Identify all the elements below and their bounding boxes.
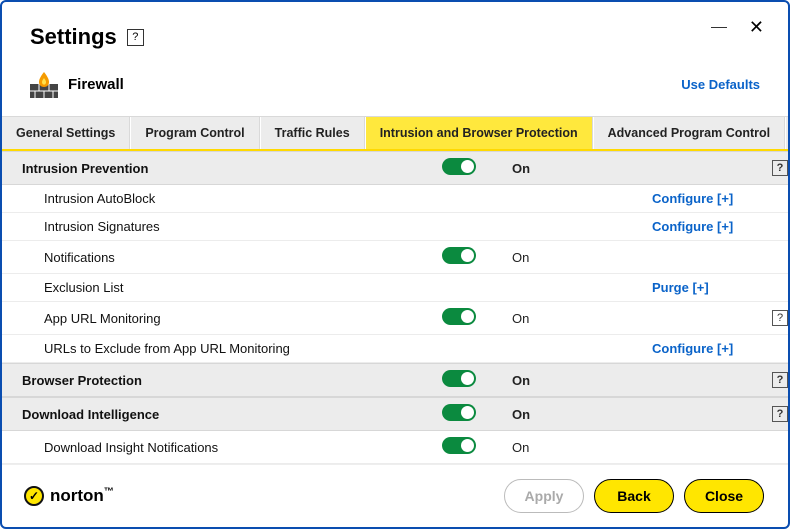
- configure-intrusion-signatures-link[interactable]: Configure [+]: [652, 219, 772, 234]
- row-download-intelligence: Download Intelligence On ?: [2, 397, 788, 431]
- back-button[interactable]: Back: [594, 479, 674, 513]
- label-intrusion-prevention: Intrusion Prevention: [22, 161, 442, 176]
- status-browser-protection: On: [512, 373, 652, 388]
- row-download-insight-notifications: Download Insight Notifications On: [2, 431, 788, 464]
- footer: ✓ norton™ Apply Back Close: [2, 464, 788, 527]
- row-browser-protection: Browser Protection On ?: [2, 363, 788, 397]
- label-app-url-monitoring: App URL Monitoring: [22, 311, 442, 326]
- use-defaults-link[interactable]: Use Defaults: [681, 77, 760, 92]
- titlebar: Settings ? ✕: [2, 2, 788, 60]
- status-download-intelligence: On: [512, 407, 652, 422]
- norton-brand: norton: [50, 486, 104, 505]
- row-exclusion-list: Exclusion List Purge [+]: [2, 274, 788, 302]
- row-notifications: Notifications On: [2, 241, 788, 274]
- tabs: General Settings Program Control Traffic…: [2, 116, 788, 151]
- section-header: Firewall Use Defaults: [2, 60, 788, 116]
- norton-check-icon: ✓: [24, 486, 44, 506]
- toggle-notifications[interactable]: [442, 247, 512, 267]
- row-intrusion-prevention: Intrusion Prevention On ?: [2, 151, 788, 185]
- close-icon[interactable]: ✕: [749, 18, 764, 36]
- status-download-insight-notif: On: [512, 440, 652, 455]
- page-title-wrap: Settings ?: [30, 24, 711, 50]
- row-app-url-monitoring: App URL Monitoring On ?: [2, 302, 788, 335]
- help-intrusion-prevention-icon[interactable]: ?: [772, 160, 788, 176]
- label-exclusion-list: Exclusion List: [22, 280, 442, 295]
- label-notifications: Notifications: [22, 250, 442, 265]
- tab-traffic-rules[interactable]: Traffic Rules: [260, 117, 365, 149]
- toggle-download-insight-notif[interactable]: [442, 437, 512, 457]
- settings-window: Settings ? ✕ Firewall Use Defaults: [0, 0, 790, 529]
- tab-general-settings[interactable]: General Settings: [2, 117, 130, 149]
- configure-intrusion-autoblock-link[interactable]: Configure [+]: [652, 191, 772, 206]
- tabs-spacer: [785, 117, 788, 149]
- trademark-icon: ™: [104, 486, 114, 497]
- status-notifications: On: [512, 250, 652, 265]
- row-intrusion-signatures: Intrusion Signatures Configure [+]: [2, 213, 788, 241]
- label-download-insight-notif: Download Insight Notifications: [22, 440, 442, 455]
- help-icon[interactable]: ?: [127, 29, 144, 46]
- tab-program-control[interactable]: Program Control: [130, 117, 259, 149]
- help-browser-protection-icon[interactable]: ?: [772, 372, 788, 388]
- toggle-intrusion-prevention[interactable]: [442, 158, 512, 178]
- label-intrusion-signatures: Intrusion Signatures: [22, 219, 442, 234]
- label-browser-protection: Browser Protection: [22, 373, 442, 388]
- settings-rows: Intrusion Prevention On ? Intrusion Auto…: [2, 151, 788, 464]
- toggle-browser-protection[interactable]: [442, 370, 512, 390]
- configure-urls-to-exclude-link[interactable]: Configure [+]: [652, 341, 772, 356]
- window-controls: ✕: [711, 18, 764, 36]
- label-intrusion-autoblock: Intrusion AutoBlock: [22, 191, 442, 206]
- label-download-intelligence: Download Intelligence: [22, 407, 442, 422]
- row-intrusion-autoblock: Intrusion AutoBlock Configure [+]: [2, 185, 788, 213]
- tab-intrusion-browser-protection[interactable]: Intrusion and Browser Protection: [365, 117, 593, 149]
- section-title: Firewall: [68, 76, 681, 93]
- row-urls-to-exclude: URLs to Exclude from App URL Monitoring …: [2, 335, 788, 363]
- close-button[interactable]: Close: [684, 479, 764, 513]
- page-title: Settings: [30, 24, 117, 50]
- label-urls-to-exclude: URLs to Exclude from App URL Monitoring: [22, 341, 442, 356]
- status-intrusion-prevention: On: [512, 161, 652, 176]
- tab-advanced-program-control[interactable]: Advanced Program Control: [593, 117, 786, 149]
- apply-button[interactable]: Apply: [504, 479, 584, 513]
- minimize-icon[interactable]: [711, 26, 727, 28]
- status-app-url-monitoring: On: [512, 311, 652, 326]
- toggle-app-url-monitoring[interactable]: [442, 308, 512, 328]
- help-app-url-monitoring-icon[interactable]: ?: [772, 310, 788, 326]
- help-download-intelligence-icon[interactable]: ?: [772, 406, 788, 422]
- toggle-download-intelligence[interactable]: [442, 404, 512, 424]
- norton-logo: ✓ norton™: [24, 486, 494, 506]
- purge-exclusion-list-link[interactable]: Purge [+]: [652, 280, 772, 295]
- firewall-icon: [30, 70, 58, 98]
